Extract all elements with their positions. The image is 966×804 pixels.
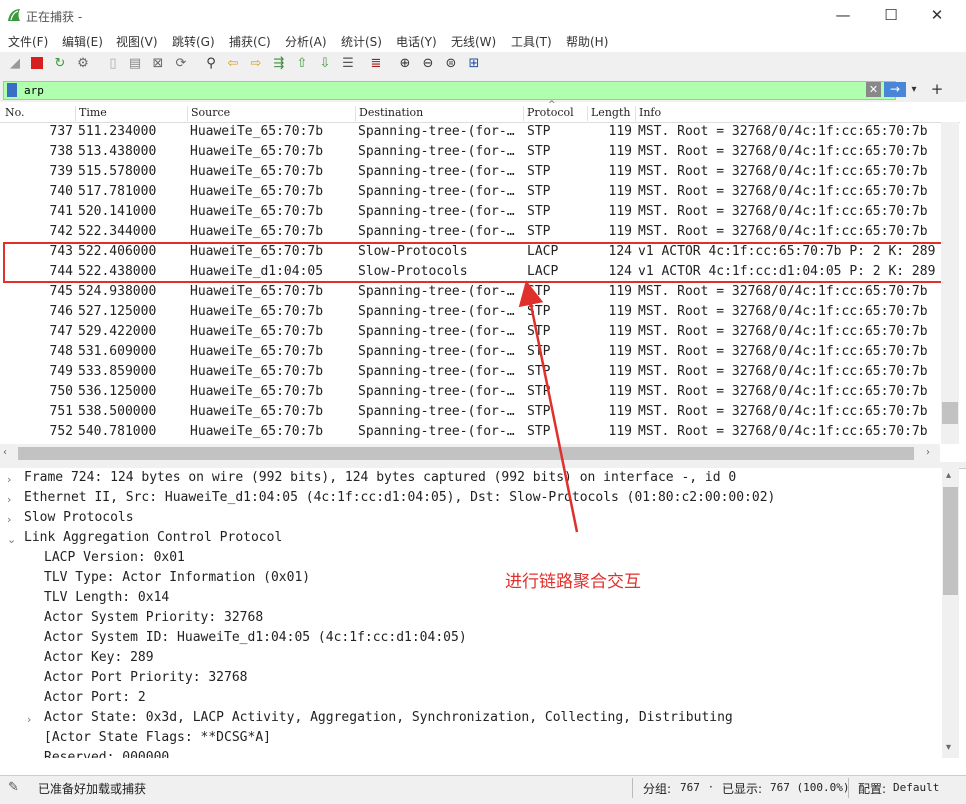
capture-comment-icon[interactable]: ✎: [8, 780, 24, 796]
packets-label: 分组:: [643, 782, 672, 796]
packets-count: 767: [680, 781, 700, 794]
profile-value[interactable]: Default: [893, 781, 939, 794]
displayed-count: 767 (100.0%): [770, 781, 850, 794]
status-dot: ·: [709, 780, 713, 794]
displayed-label: 已显示:: [722, 782, 763, 796]
annotation-arrows: [518, 280, 579, 533]
profile-label: 配置:: [858, 782, 887, 796]
status-separator: [632, 778, 633, 798]
status-message: 已准备好加载或捕获: [38, 782, 147, 796]
annotation-arrow: [518, 280, 579, 533]
status-separator: [848, 778, 849, 798]
annotation-label: 进行链路聚合交互: [505, 572, 641, 592]
